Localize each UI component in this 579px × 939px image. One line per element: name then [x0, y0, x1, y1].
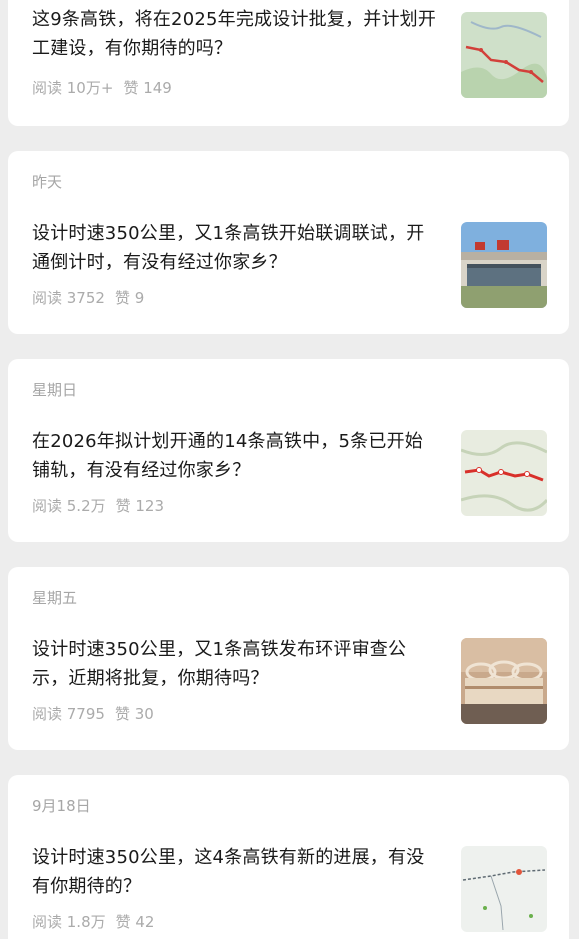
article-card[interactable]: 昨天 设计时速350公里，又1条高铁开始联调联试，开通倒计时，有没有经过你家乡？… — [8, 151, 569, 334]
article-date: 昨天 — [32, 173, 63, 191]
railway-station-thumbnail[interactable] — [461, 222, 547, 308]
article-date: 星期日 — [32, 381, 78, 399]
article-stats: 阅读 5.2万赞 123 — [32, 497, 174, 515]
article-date: 星期五 — [32, 589, 78, 607]
like-count: 赞 149 — [123, 79, 172, 97]
article-card[interactable]: 9月18日 设计时速350公里，这4条高铁有新的进展，有没有你期待的？ 阅读 1… — [8, 775, 569, 939]
like-count: 赞 123 — [115, 497, 165, 515]
article-card[interactable]: 星期五 设计时速350公里，又1条高铁发布环评审查公示，近期将批复，你期待吗？ … — [8, 567, 569, 750]
article-date: 9月18日 — [32, 797, 91, 815]
railway-map-thumbnail[interactable] — [461, 430, 547, 516]
read-count: 阅读 3752 — [32, 289, 105, 307]
article-title[interactable]: 在2026年拟计划开通的14条高铁中，5条已开始铺轨，有没有经过你家乡？ — [32, 427, 440, 485]
article-stats: 阅读 10万+ 赞 149 — [32, 79, 182, 97]
article-stats: 阅读 1.8万赞 42 — [32, 913, 164, 931]
article-stats: 阅读 7795 赞 30 — [32, 705, 164, 723]
article-feed: 这9条高铁，将在2025年完成设计批复，并计划开工建设，有你期待的吗？ 阅读 1… — [0, 0, 579, 939]
like-count: 赞 9 — [114, 289, 145, 307]
read-count: 阅读 7795 — [32, 705, 105, 723]
railway-map-thumbnail[interactable] — [461, 12, 547, 98]
article-card[interactable]: 星期日 在2026年拟计划开通的14条高铁中，5条已开始铺轨，有没有经过你家乡？… — [8, 359, 569, 542]
article-title[interactable]: 设计时速350公里，又1条高铁发布环评审查公示，近期将批复，你期待吗？ — [32, 635, 440, 693]
station-rendering-thumbnail[interactable] — [461, 638, 547, 724]
like-count: 赞 30 — [114, 705, 154, 723]
article-title[interactable]: 设计时速350公里，又1条高铁开始联调联试，开通倒计时，有没有经过你家乡？ — [32, 219, 440, 277]
article-card[interactable]: 这9条高铁，将在2025年完成设计批复，并计划开工建设，有你期待的吗？ 阅读 1… — [8, 0, 569, 126]
article-title[interactable]: 设计时速350公里，这4条高铁有新的进展，有没有你期待的？ — [32, 843, 440, 901]
read-count: 阅读 1.8万 — [32, 913, 106, 931]
route-map-thumbnail[interactable] — [461, 846, 547, 932]
article-stats: 阅读 3752 赞 9 — [32, 289, 154, 307]
read-count: 阅读 10万+ — [32, 79, 114, 97]
like-count: 赞 42 — [115, 913, 155, 931]
article-title[interactable]: 这9条高铁，将在2025年完成设计批复，并计划开工建设，有你期待的吗？ — [32, 5, 440, 63]
read-count: 阅读 5.2万 — [32, 497, 106, 515]
